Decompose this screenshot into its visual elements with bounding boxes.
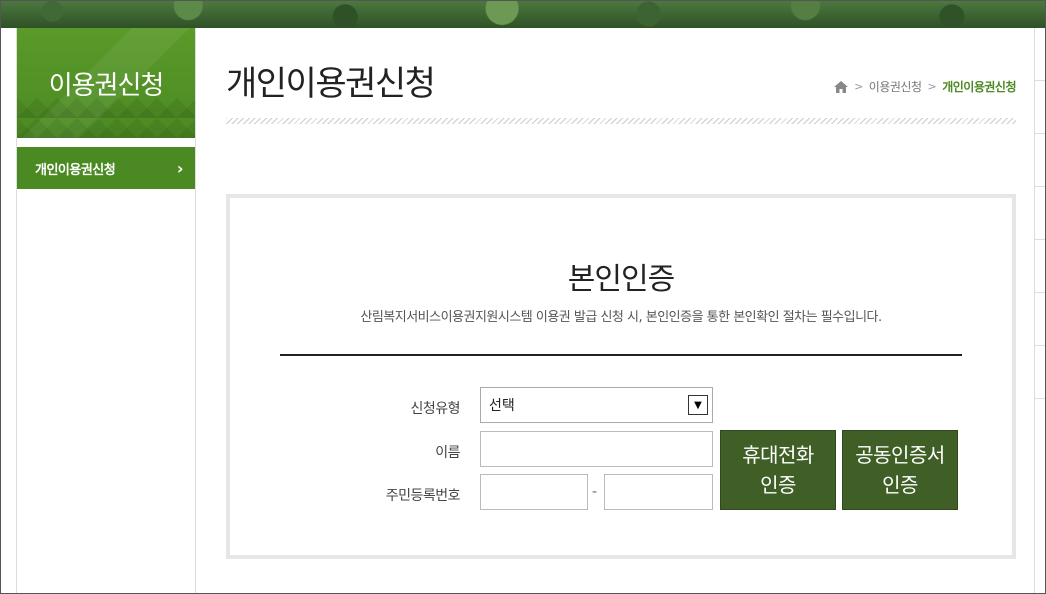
certificate-auth-label-line2: 인증 xyxy=(882,473,918,497)
certificate-auth-button[interactable]: 공동인증서 인증 xyxy=(842,430,958,510)
breadcrumb: > 이용권신청 > 개인이용권신청 xyxy=(834,78,1016,95)
auth-card: 본인인증 산림복지서비스이용권지원시스템 이용권 발급 신청 시, 본인인증을 … xyxy=(226,194,1016,559)
sidebar-item-personal-voucher[interactable]: 개인이용권신청 › xyxy=(17,147,195,189)
type-select-value: 선택 xyxy=(489,398,515,414)
sidebar: 이용권신청 개인이용권신청 › xyxy=(16,28,196,594)
auth-divider xyxy=(280,354,962,356)
chevron-down-icon[interactable]: ▼ xyxy=(688,395,708,415)
type-label: 신청유형 xyxy=(410,401,460,417)
sidebar-header: 이용권신청 xyxy=(17,28,195,138)
rrn-front-input[interactable] xyxy=(480,474,588,510)
home-icon[interactable] xyxy=(834,80,849,93)
breadcrumb-item-current: 개인이용권신청 xyxy=(942,80,1016,94)
page-title: 개인이용권신청 xyxy=(226,64,436,104)
rrn-dash: - xyxy=(592,484,598,500)
right-edge-panel xyxy=(1034,28,1046,594)
certificate-auth-label-line1: 공동인증서 xyxy=(855,443,945,467)
breadcrumb-separator: > xyxy=(854,80,863,93)
title-divider xyxy=(226,118,1016,124)
rrn-back-input[interactable] xyxy=(604,474,713,510)
type-select[interactable]: 선택 ▼ xyxy=(480,387,713,423)
name-input[interactable] xyxy=(480,431,713,467)
phone-auth-label-line2: 인증 xyxy=(760,473,796,497)
phone-auth-button[interactable]: 휴대전화 인증 xyxy=(720,430,836,510)
phone-auth-label-line1: 휴대전화 xyxy=(742,443,814,467)
sidebar-item-label: 개인이용권신청 xyxy=(35,162,116,178)
chevron-right-icon: › xyxy=(176,158,184,178)
auth-description: 산림복지서비스이용권지원시스템 이용권 발급 신청 시, 본인인증을 통한 본인… xyxy=(360,310,882,325)
breadcrumb-item-voucher[interactable]: 이용권신청 xyxy=(869,78,922,95)
top-banner-image xyxy=(0,0,1046,28)
auth-title: 본인인증 xyxy=(567,262,675,297)
sidebar-title: 이용권신청 xyxy=(48,70,165,101)
rrn-label: 주민등록번호 xyxy=(385,488,461,504)
name-label: 이름 xyxy=(435,445,460,461)
breadcrumb-separator: > xyxy=(927,80,937,93)
